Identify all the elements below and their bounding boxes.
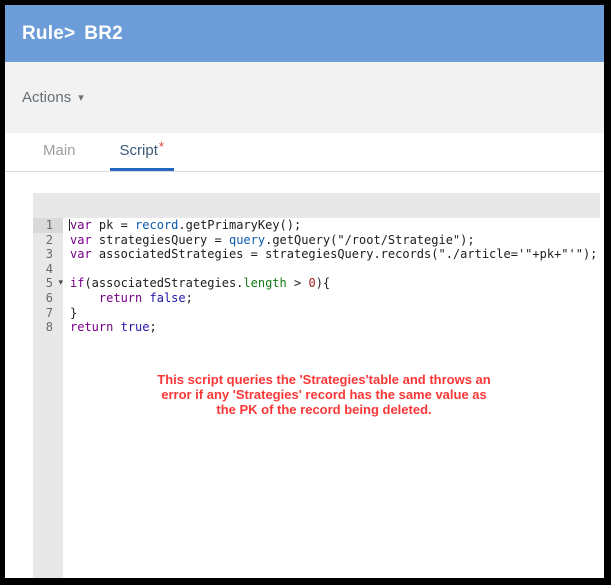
annotation-line: This script queries the 'Strategies'tabl… <box>157 371 491 387</box>
code-line[interactable]: var strategiesQuery = query.getQuery("/r… <box>70 233 600 248</box>
line-number: 8 <box>45 320 53 335</box>
code-line[interactable]: return false; <box>70 291 600 306</box>
line-number: 5 ▾ <box>45 276 63 291</box>
editor-body: 1 2 3 4 5 ▾ 6 7 8 var pk = record.getPrimaryKey(… <box>33 218 600 578</box>
code-token: } <box>70 305 78 320</box>
page-title: Rule> BR2 <box>22 23 123 45</box>
app-window: Rule> BR2 Actions ▾ Main Script * 1 2 3 4 5 ▾ 6 7… <box>5 5 604 578</box>
text-cursor <box>69 219 70 231</box>
code-token: ){ <box>315 276 331 291</box>
caret-down-icon: ▾ <box>78 92 84 104</box>
script-editor[interactable]: 1 2 3 4 5 ▾ 6 7 8 var pk = record.getPrimaryKey(… <box>33 193 600 578</box>
editor-gutter: 1 2 3 4 5 ▾ 6 7 8 <box>33 218 63 578</box>
fold-arrow-icon[interactable]: ▾ <box>58 276 63 291</box>
line-number: 1 <box>33 218 63 233</box>
line-number: 3 <box>45 247 53 262</box>
code-line[interactable]: if(associatedStrategies.length > 0){ <box>70 276 600 291</box>
record-name: BR2 <box>84 22 123 44</box>
line-number: 7 <box>45 305 53 320</box>
tab-bar: Main Script * <box>5 133 604 172</box>
annotation-line: the PK of the record being deleted. <box>216 401 432 417</box>
code-token: 0 <box>308 276 316 291</box>
code-token: return <box>98 290 143 305</box>
line-number: 6 <box>45 290 53 305</box>
tab-main-label: Main <box>43 142 76 159</box>
code-token: > <box>286 276 309 291</box>
unsaved-indicator: * <box>158 139 164 154</box>
code-token: pk = <box>91 218 136 232</box>
breadcrumb: Rule> <box>22 22 76 44</box>
code-token: .getPrimaryKey(); <box>178 218 302 232</box>
code-token: strategiesQuery = <box>91 232 229 247</box>
code-token: .getQuery("/root/Strategie"); <box>265 232 475 247</box>
actions-bar: Actions ▾ <box>5 62 604 133</box>
code-line[interactable] <box>70 262 600 277</box>
code-token: (associatedStrategies. <box>84 276 244 291</box>
editor-code[interactable]: var pk = record.getPrimaryKey(); var stra… <box>63 218 600 578</box>
code-token: ; <box>149 320 157 335</box>
annotation-note: This script queries the 'Strategies'tabl… <box>70 372 600 417</box>
code-line[interactable]: var pk = record.getPrimaryKey(); <box>69 218 600 233</box>
code-token: associatedStrategies = strategiesQuery.r… <box>91 247 598 262</box>
tab-script-label: Script <box>119 142 158 159</box>
editor-top-strip <box>33 193 600 218</box>
code-token: var <box>70 247 92 262</box>
code-token: var <box>70 218 92 232</box>
line-number: 2 <box>45 232 53 247</box>
code-token: ; <box>185 290 193 305</box>
code-token: true <box>120 320 150 335</box>
tab-script[interactable]: Script * <box>109 133 174 171</box>
tab-main[interactable]: Main <box>33 133 86 171</box>
code-line[interactable]: return true; <box>70 320 600 335</box>
code-token: return <box>70 320 114 335</box>
code-token: if <box>70 276 85 291</box>
actions-label: Actions <box>22 89 72 106</box>
code-line[interactable]: var associatedStrategies = strategiesQue… <box>70 247 600 262</box>
code-token: false <box>149 290 186 305</box>
tab-content: 1 2 3 4 5 ▾ 6 7 8 var pk = record.getPrimaryKey(… <box>5 172 604 578</box>
code-token: record <box>135 218 179 232</box>
actions-dropdown-button[interactable]: Actions ▾ <box>22 89 84 106</box>
annotation-line: error if any 'Strategies' record has the… <box>161 386 487 402</box>
code-token: length <box>243 276 287 291</box>
screenshot-frame: Rule> BR2 Actions ▾ Main Script * 1 2 3 4 5 ▾ 6 7… <box>0 0 611 585</box>
code-line[interactable]: } <box>70 306 600 321</box>
code-token: query <box>228 232 266 247</box>
code-token: var <box>70 232 92 247</box>
line-number: 4 <box>45 261 53 276</box>
header-bar: Rule> BR2 <box>5 5 604 62</box>
